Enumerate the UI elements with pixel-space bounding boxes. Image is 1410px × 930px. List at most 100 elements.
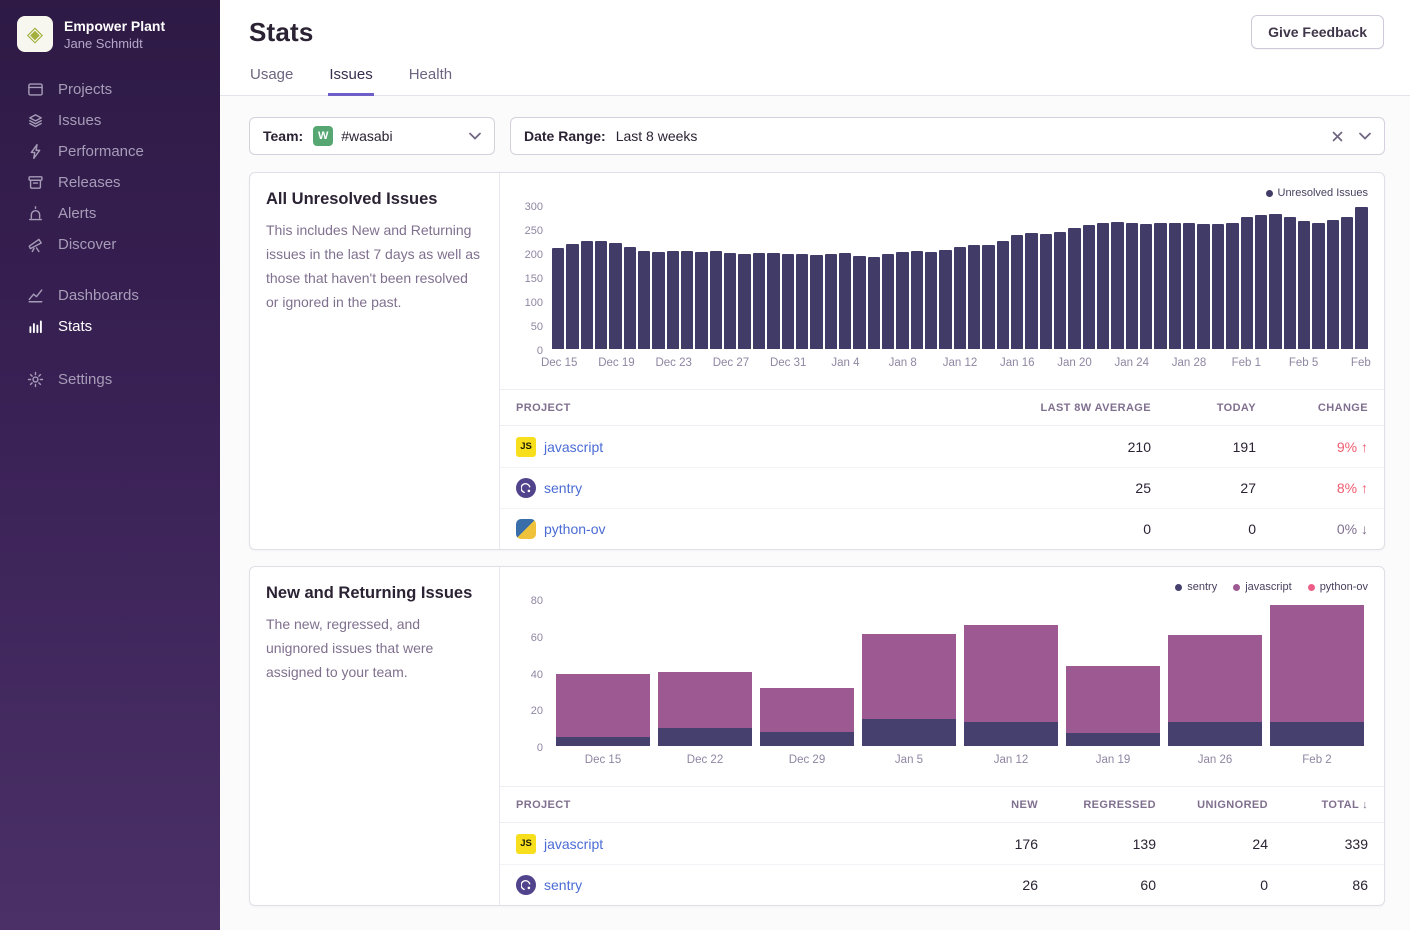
unresolved-issues-bar[interactable] <box>1169 223 1181 349</box>
legend-item-unresolved-issues[interactable]: Unresolved Issues <box>1266 186 1369 200</box>
avg-value: 0 <box>941 521 1151 537</box>
unresolved-issues-bar[interactable] <box>1226 223 1238 349</box>
unresolved-issues-bar[interactable] <box>1183 223 1195 349</box>
unresolved-issues-bar[interactable] <box>767 253 779 349</box>
legend-item-python-ov[interactable]: python-ov <box>1308 580 1368 594</box>
unresolved-issues-bar[interactable] <box>925 252 937 349</box>
unresolved-issues-bar[interactable] <box>624 247 636 349</box>
sidebar-item-issues[interactable]: Issues <box>0 105 220 136</box>
unresolved-issues-bar[interactable] <box>796 254 808 349</box>
unresolved-issues-bar[interactable] <box>896 252 908 349</box>
unresolved-issues-bar[interactable] <box>868 257 880 349</box>
sidebar-item-discover[interactable]: Discover <box>0 229 220 260</box>
unresolved-issues-bar[interactable] <box>1355 207 1367 349</box>
team-filter[interactable]: Team: W #wasabi <box>249 117 495 155</box>
unresolved-issues-bar[interactable] <box>710 251 722 349</box>
column-header-total[interactable]: TOTAL↓ <box>1268 799 1368 811</box>
unresolved-issues-bar[interactable] <box>911 251 923 349</box>
stacked-bar[interactable] <box>1270 601 1364 746</box>
unresolved-issues-bar[interactable] <box>638 251 650 349</box>
sidebar-item-label: Alerts <box>58 205 96 222</box>
unresolved-issues-bar[interactable] <box>839 253 851 349</box>
unresolved-issues-bar[interactable] <box>825 254 837 349</box>
unresolved-issues-bar[interactable] <box>1154 223 1166 349</box>
unresolved-issues-bar[interactable] <box>1126 223 1138 349</box>
sidebar-item-settings[interactable]: Settings <box>0 364 220 395</box>
unresolved-issues-bar[interactable] <box>1025 233 1037 349</box>
project-link[interactable]: javascript <box>544 836 603 852</box>
clear-date-icon[interactable] <box>1332 131 1343 142</box>
unresolved-issues-bar[interactable] <box>1111 222 1123 349</box>
stacked-bar[interactable] <box>658 601 752 746</box>
unresolved-issues-bar[interactable] <box>997 241 1009 349</box>
date-range-filter[interactable]: Date Range: Last 8 weeks <box>510 117 1385 155</box>
unresolved-issues-bar[interactable] <box>968 245 980 349</box>
unresolved-issues-bar[interactable] <box>753 253 765 349</box>
project-link[interactable]: sentry <box>544 480 582 496</box>
unresolved-issues-bar[interactable] <box>810 255 822 349</box>
change-value: 9% ↑ <box>1256 439 1368 455</box>
legend-item-sentry[interactable]: sentry <box>1175 580 1217 594</box>
unresolved-issues-bar[interactable] <box>939 250 951 349</box>
unresolved-issues-bar[interactable] <box>1083 225 1095 349</box>
unresolved-issues-bar[interactable] <box>609 243 621 350</box>
unresolved-issues-bar[interactable] <box>1097 223 1109 349</box>
unresolved-issues-bar[interactable] <box>1011 235 1023 349</box>
give-feedback-button[interactable]: Give Feedback <box>1251 15 1384 49</box>
unresolved-issues-bar[interactable] <box>853 256 865 349</box>
unresolved-issues-bar[interactable] <box>1298 221 1310 349</box>
unresolved-issues-bar[interactable] <box>1054 232 1066 349</box>
org-switcher[interactable]: ◈ Empower Plant Jane Schmidt <box>0 0 220 58</box>
unresolved-issues-bar[interactable] <box>1327 220 1339 349</box>
sidebar-item-alerts[interactable]: Alerts <box>0 198 220 229</box>
unresolved-issues-bar[interactable] <box>695 252 707 349</box>
stacked-bar[interactable] <box>760 601 854 746</box>
unresolved-issues-bar[interactable] <box>652 252 664 349</box>
unresolved-issues-bar[interactable] <box>738 254 750 349</box>
stacked-bar[interactable] <box>556 601 650 746</box>
stacked-bar[interactable] <box>1168 601 1262 746</box>
tab-health[interactable]: Health <box>408 57 453 96</box>
column-header-last-8w-average: LAST 8W AVERAGE <box>941 402 1151 414</box>
sidebar-item-label: Performance <box>58 143 144 160</box>
unresolved-issues-bar[interactable] <box>882 254 894 349</box>
column-header-unignored: UNIGNORED <box>1156 799 1268 811</box>
unresolved-issues-bar[interactable] <box>982 245 994 349</box>
unresolved-issues-bar[interactable] <box>595 241 607 349</box>
unresolved-issues-bar[interactable] <box>566 244 578 349</box>
regressed-value: 139 <box>1038 836 1156 852</box>
legend-item-javascript[interactable]: javascript <box>1233 580 1291 594</box>
project-link[interactable]: python-ov <box>544 521 605 537</box>
unresolved-issues-bar[interactable] <box>1040 234 1052 349</box>
stacked-bar[interactable] <box>1066 601 1160 746</box>
tab-issues[interactable]: Issues <box>328 57 373 96</box>
unresolved-issues-bar[interactable] <box>667 251 679 349</box>
sidebar-item-releases[interactable]: Releases <box>0 167 220 198</box>
tab-usage[interactable]: Usage <box>249 57 294 96</box>
sidebar-item-performance[interactable]: Performance <box>0 136 220 167</box>
unresolved-issues-bar[interactable] <box>724 253 736 349</box>
unresolved-issues-bar[interactable] <box>954 247 966 349</box>
unresolved-issues-bar[interactable] <box>1269 214 1281 349</box>
unresolved-issues-bar[interactable] <box>1255 215 1267 349</box>
sidebar-item-stats[interactable]: Stats <box>0 311 220 342</box>
stacked-bar[interactable] <box>862 601 956 746</box>
project-link[interactable]: javascript <box>544 439 603 455</box>
project-link[interactable]: sentry <box>544 877 582 893</box>
unresolved-issues-bar[interactable] <box>782 254 794 349</box>
unresolved-issues-bar[interactable] <box>1068 228 1080 349</box>
unresolved-issues-bar[interactable] <box>1212 224 1224 349</box>
sidebar-item-projects[interactable]: Projects <box>0 74 220 105</box>
x-axis-tick-label: Dec 27 <box>713 357 749 369</box>
unresolved-issues-bar[interactable] <box>1140 224 1152 349</box>
unresolved-issues-bar[interactable] <box>1341 217 1353 349</box>
unresolved-issues-bar[interactable] <box>1197 224 1209 349</box>
unresolved-issues-bar[interactable] <box>1284 217 1296 349</box>
unresolved-issues-bar[interactable] <box>1241 217 1253 349</box>
unresolved-issues-bar[interactable] <box>1312 223 1324 349</box>
unresolved-issues-bar[interactable] <box>552 248 564 349</box>
sidebar-item-dashboards[interactable]: Dashboards <box>0 280 220 311</box>
unresolved-issues-bar[interactable] <box>681 251 693 349</box>
unresolved-issues-bar[interactable] <box>581 241 593 349</box>
stacked-bar[interactable] <box>964 601 1058 746</box>
